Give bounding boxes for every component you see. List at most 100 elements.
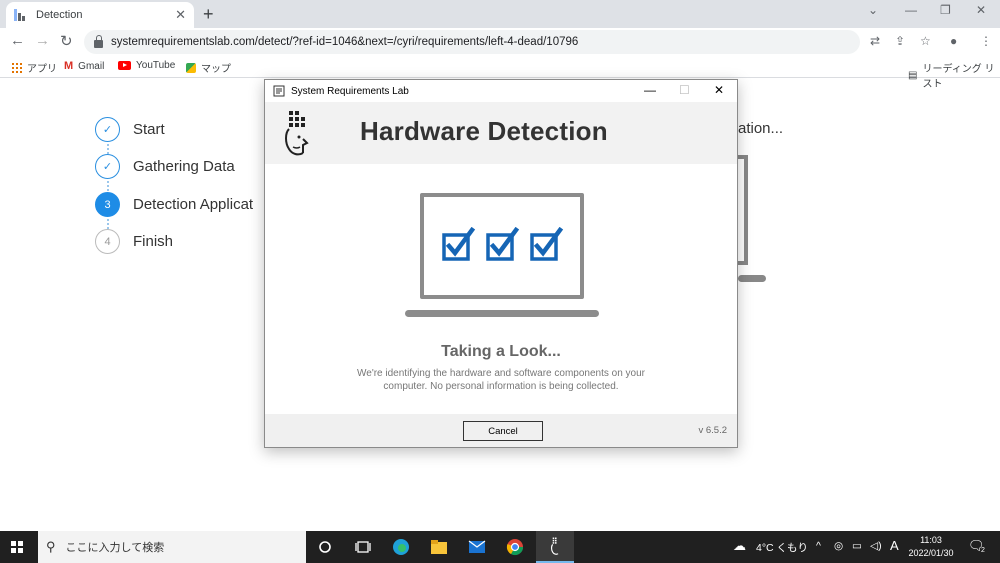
bookmark-label: マップ xyxy=(201,64,231,75)
bookmark-star-icon[interactable]: ☆ xyxy=(920,34,931,48)
tab-search-chevron-icon[interactable]: ⌄ xyxy=(868,3,878,17)
clock-time: 11:03 xyxy=(920,535,942,545)
windows-taskbar: ⚲ ここに入力して検索 ☁ 4°C くもり ^ ◎ ▭ ◁) A 11:03 2… xyxy=(0,531,1000,563)
translate-icon[interactable]: ⇄ xyxy=(870,34,880,48)
weather-cloud-icon[interactable]: ☁ xyxy=(733,538,746,554)
status-line-1: We're identifying the hardware and softw… xyxy=(357,368,645,379)
mail-icon[interactable] xyxy=(458,531,496,563)
reading-list-icon: ▤ xyxy=(908,69,918,81)
check-circle-icon: ✓ xyxy=(95,117,120,142)
step-label: Finish xyxy=(133,233,174,250)
volume-icon[interactable]: ◁) xyxy=(870,540,882,552)
url-text[interactable]: systemrequirementslab.com/detect/?ref-id… xyxy=(111,36,578,48)
notification-count-badge: 2 xyxy=(981,547,985,554)
show-hidden-icons-chevron-icon[interactable]: ^ xyxy=(816,540,821,552)
step-number-badge: 3 xyxy=(95,192,120,217)
step-connector xyxy=(107,144,109,154)
bookmark-apps[interactable]: アプリ xyxy=(12,60,57,75)
task-view-icon[interactable] xyxy=(344,531,382,563)
tab-close-icon[interactable]: ✕ xyxy=(175,7,186,23)
system-clock[interactable]: 11:03 2022/01/30 xyxy=(905,534,957,560)
step-connector xyxy=(107,219,109,229)
file-explorer-icon[interactable] xyxy=(420,531,458,563)
bookmark-maps[interactable]: マップ xyxy=(186,60,231,75)
new-tab-button[interactable]: + xyxy=(203,4,214,25)
forward-arrow-icon[interactable]: → xyxy=(35,32,50,49)
step-number-badge: 4 xyxy=(95,229,120,254)
dialog-heading: Hardware Detection xyxy=(360,116,608,146)
back-arrow-icon[interactable]: ← xyxy=(10,32,25,49)
dialog-maximize-button[interactable]: ☐ xyxy=(679,83,690,97)
ime-indicator[interactable]: A xyxy=(890,538,899,553)
dialog-titlebar[interactable]: System Requirements Lab — ☐ ✕ xyxy=(265,80,737,102)
checkbox-checked-icon xyxy=(486,227,520,261)
step-detection-application: 3 Detection Applicat xyxy=(95,192,253,217)
dialog-minimize-button[interactable]: — xyxy=(644,83,656,97)
checkbox-checked-icon xyxy=(530,227,564,261)
lock-icon[interactable] xyxy=(94,34,103,48)
dialog-footer: Cancel v 6.5.2 xyxy=(265,414,737,447)
reload-icon[interactable]: ↻ xyxy=(60,32,73,50)
background-laptop-icon xyxy=(738,155,748,265)
status-description: We're identifying the hardware and softw… xyxy=(265,367,737,393)
taskbar-search-placeholder: ここに入力して検索 xyxy=(65,542,165,554)
browser-tab-strip: Detection ✕ + ⌄ — ❐ ✕ xyxy=(0,0,1000,28)
dialog-window-title: System Requirements Lab xyxy=(291,85,409,97)
laptop-illustration xyxy=(420,193,584,299)
reading-list-button[interactable]: ▤ リーディング リスト xyxy=(908,60,1000,90)
dialog-close-button[interactable]: ✕ xyxy=(714,83,724,97)
apps-grid-icon xyxy=(12,62,22,73)
bookmark-youtube[interactable]: YouTube xyxy=(118,60,175,71)
bookmark-gmail[interactable]: M Gmail xyxy=(64,60,104,72)
browser-tab[interactable]: Detection ✕ xyxy=(6,2,194,28)
maps-icon xyxy=(186,62,196,73)
step-label: Detection Applicat xyxy=(133,196,254,213)
srl-logo-icon xyxy=(285,111,309,156)
step-gathering-data: ✓ Gathering Data xyxy=(95,154,235,179)
profile-avatar-icon[interactable]: ● xyxy=(950,34,957,48)
srl-app-icon xyxy=(273,85,285,97)
browser-menu-icon[interactable]: ⋮ xyxy=(980,34,992,48)
step-finish: 4 Finish xyxy=(95,229,173,254)
chrome-icon[interactable] xyxy=(496,531,534,563)
hardware-detection-dialog: System Requirements Lab — ☐ ✕ Hardware D… xyxy=(264,79,738,448)
version-label: v 6.5.2 xyxy=(698,425,727,436)
bookmark-label: アプリ xyxy=(27,64,57,75)
browser-toolbar: ← → ↻ systemrequirementslab.com/detect/?… xyxy=(0,28,1000,56)
cancel-button[interactable]: Cancel xyxy=(463,421,543,441)
window-close-button[interactable]: ✕ xyxy=(976,3,986,17)
youtube-icon xyxy=(118,61,131,70)
tab-favicon-icon xyxy=(14,9,28,21)
share-icon[interactable]: ⇪ xyxy=(895,34,905,48)
search-icon: ⚲ xyxy=(46,539,56,554)
status-line-2: computer. No personal information is bei… xyxy=(383,381,619,392)
step-label: Gathering Data xyxy=(133,158,235,175)
windows-start-icon[interactable] xyxy=(11,541,23,553)
address-bar[interactable]: systemrequirementslab.com/detect/?ref-id… xyxy=(84,30,860,54)
checkbox-checked-icon xyxy=(442,227,476,261)
check-circle-icon: ✓ xyxy=(95,154,120,179)
bookmark-label: YouTube xyxy=(136,60,176,71)
network-icon[interactable]: ▭ xyxy=(852,540,862,552)
edge-icon[interactable] xyxy=(382,531,420,563)
step-connector xyxy=(107,181,109,191)
taskbar-search-box[interactable]: ⚲ ここに入力して検索 xyxy=(38,531,306,563)
bookmarks-bar: アプリ M Gmail YouTube マップ ▤ リーディング リスト xyxy=(0,56,1000,90)
clock-date: 2022/01/30 xyxy=(908,548,954,558)
step-label: Start xyxy=(133,121,165,138)
bookmark-label: Gmail xyxy=(78,60,105,72)
gmail-icon: M xyxy=(64,60,74,72)
page-heading-fragment: ation... xyxy=(738,120,784,137)
step-start: ✓ Start xyxy=(95,117,165,142)
meet-now-icon[interactable]: ◎ xyxy=(834,540,843,552)
window-restore-button[interactable]: ❐ xyxy=(940,3,951,17)
window-minimize-button[interactable]: — xyxy=(905,3,917,17)
tab-title: Detection xyxy=(36,9,83,21)
status-title: Taking a Look... xyxy=(441,343,561,360)
laptop-base xyxy=(405,310,599,317)
weather-text[interactable]: 4°C くもり xyxy=(756,540,808,555)
dialog-header: Hardware Detection xyxy=(265,102,737,164)
background-laptop-base xyxy=(738,275,766,282)
srl-taskbar-app-icon[interactable] xyxy=(536,531,574,563)
cortana-icon[interactable] xyxy=(306,531,344,563)
